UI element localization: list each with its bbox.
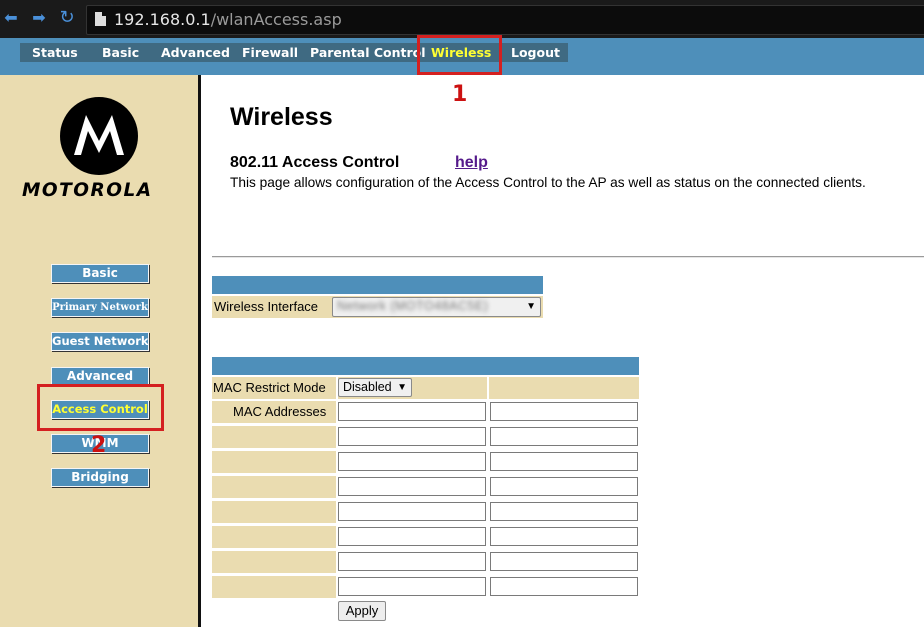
- annotation-box-2: [37, 384, 164, 431]
- mac-restrict-mode-select[interactable]: Disabled ▼: [338, 378, 412, 397]
- mac-table-label-cell: [212, 526, 336, 548]
- menu-logout[interactable]: Logout: [511, 43, 560, 62]
- sidebar-basic-button[interactable]: Basic: [51, 264, 149, 283]
- mac-address-input[interactable]: [490, 477, 638, 496]
- forward-arrow-icon[interactable]: ➡: [30, 9, 48, 27]
- mac-address-input[interactable]: [490, 427, 638, 446]
- mac-address-input[interactable]: [490, 452, 638, 471]
- section-title: 802.11 Access Control: [230, 154, 400, 171]
- interface-table-header: [212, 276, 543, 294]
- wireless-interface-select[interactable]: Network (MOTO48AC5E) ▼: [332, 297, 541, 317]
- page-icon: [95, 12, 106, 26]
- sidebar-bridging-button[interactable]: Bridging: [51, 468, 149, 487]
- menu-firewall[interactable]: Firewall: [242, 43, 298, 62]
- mac-table-header: [212, 357, 639, 375]
- annotation-number-1: 1: [452, 82, 468, 107]
- annotation-number-2: 2: [91, 433, 107, 458]
- mac-address-input[interactable]: [338, 502, 486, 521]
- page-description: This page allows configuration of the Ac…: [230, 175, 866, 190]
- menu-advanced[interactable]: Advanced: [161, 43, 230, 62]
- sidebar-guest-network-button[interactable]: Guest Network: [51, 332, 149, 351]
- mac-address-input[interactable]: [490, 402, 638, 421]
- apply-button[interactable]: Apply: [338, 601, 386, 621]
- browser-toolbar: ⬅ ➡ ↻ 192.168.0.1/wlanAccess.asp: [0, 0, 924, 38]
- help-link[interactable]: help: [455, 154, 488, 172]
- mac-table-label-cell: [212, 451, 336, 473]
- mac-table-cell: [489, 377, 639, 399]
- back-arrow-icon[interactable]: ⬅: [2, 9, 20, 27]
- page-title: Wireless: [230, 103, 333, 131]
- sidebar-divider: [198, 75, 201, 627]
- mac-address-input[interactable]: [490, 577, 638, 596]
- mac-addresses-label: MAC Addresses: [233, 404, 327, 419]
- menu-parental-control[interactable]: Parental Control: [310, 43, 426, 62]
- mac-address-input[interactable]: [338, 527, 486, 546]
- mac-address-input[interactable]: [338, 477, 486, 496]
- mac-restrict-mode-label: MAC Restrict Mode: [213, 380, 326, 395]
- mac-table-label-cell: [212, 501, 336, 523]
- address-bar[interactable]: 192.168.0.1/wlanAccess.asp: [86, 5, 924, 35]
- mac-table-label-cell: [212, 576, 336, 598]
- logo-wordmark: MOTOROLA: [22, 180, 153, 201]
- mac-address-input[interactable]: [338, 402, 486, 421]
- mac-table-label-cell: [212, 476, 336, 498]
- mac-table-label-cell: [212, 551, 336, 573]
- mac-address-input[interactable]: [490, 527, 638, 546]
- mac-address-input[interactable]: [338, 552, 486, 571]
- mac-address-input[interactable]: [338, 577, 486, 596]
- mac-address-input[interactable]: [490, 552, 638, 571]
- sidebar-primary-network-button[interactable]: Primary Network: [51, 298, 149, 317]
- menu-status[interactable]: Status: [32, 43, 78, 62]
- reload-icon[interactable]: ↻: [58, 9, 76, 27]
- mac-address-input[interactable]: [338, 427, 486, 446]
- horizontal-divider: [212, 256, 924, 258]
- wireless-interface-label: Wireless Interface: [214, 299, 319, 314]
- url-text: 192.168.0.1/wlanAccess.asp: [114, 10, 342, 29]
- menu-basic[interactable]: Basic: [102, 43, 139, 62]
- annotation-box-1: [417, 35, 502, 75]
- mac-table-label-cell: [212, 426, 336, 448]
- mac-address-input[interactable]: [490, 502, 638, 521]
- mac-address-input[interactable]: [338, 452, 486, 471]
- motorola-logo-icon: [60, 97, 138, 175]
